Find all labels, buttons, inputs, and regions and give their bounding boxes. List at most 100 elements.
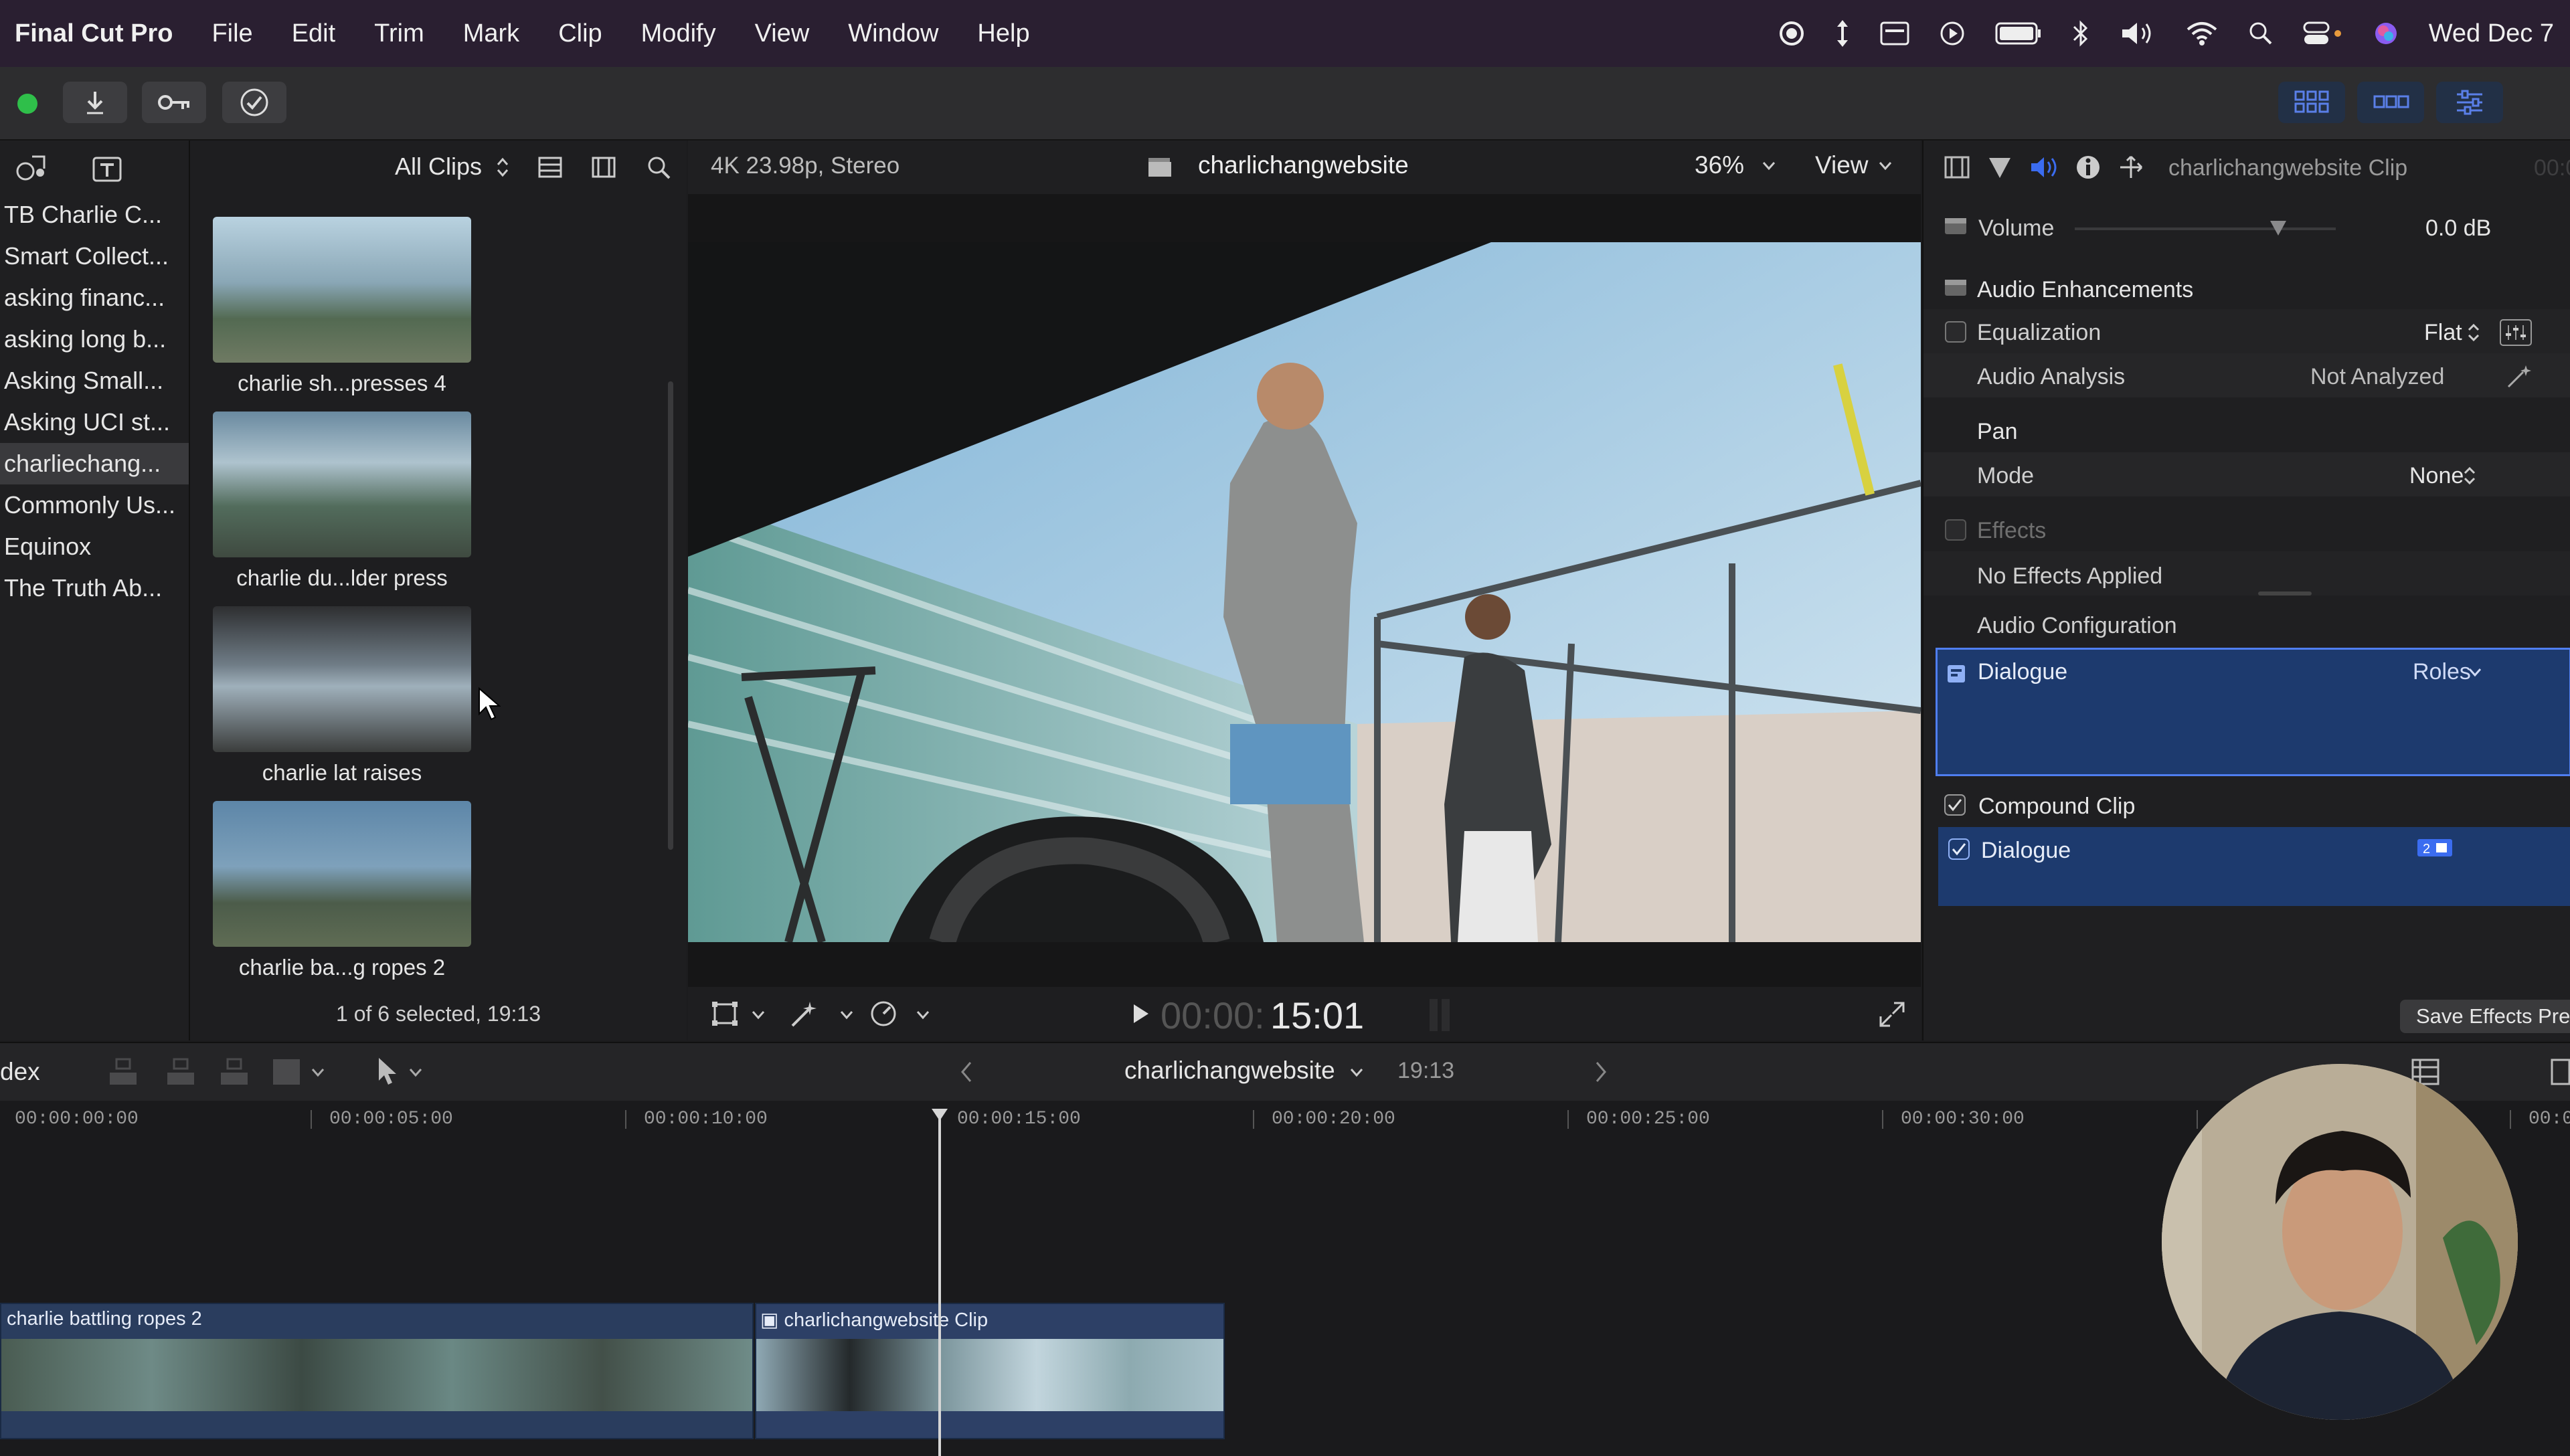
import-button[interactable] bbox=[63, 82, 127, 123]
effects-checkbox[interactable] bbox=[1945, 519, 1966, 541]
inspector-toggle-button[interactable] bbox=[2436, 82, 2503, 123]
timeline-clip[interactable]: charlie battling ropes 2 bbox=[0, 1303, 754, 1439]
video-inspector-icon[interactable] bbox=[1944, 155, 1970, 179]
clip-thumbnail[interactable]: charlie ba...g ropes 2 bbox=[213, 801, 471, 980]
dialogue-role-block[interactable]: Dialogue Roles bbox=[1936, 648, 2570, 776]
play-icon[interactable] bbox=[1131, 1002, 1151, 1026]
chevron-down-icon[interactable] bbox=[916, 1010, 930, 1020]
chevron-down-icon[interactable] bbox=[311, 1067, 325, 1078]
menu-view[interactable]: View bbox=[755, 19, 810, 48]
back-chevron-icon[interactable] bbox=[960, 1061, 973, 1083]
background-tasks-indicator[interactable] bbox=[17, 94, 37, 114]
bluetooth-icon[interactable] bbox=[2071, 19, 2090, 48]
append-clip-icon[interactable] bbox=[218, 1057, 252, 1087]
menu-file[interactable]: File bbox=[211, 19, 252, 48]
app-menu[interactable]: Final Cut Pro bbox=[15, 19, 173, 48]
library-item[interactable]: Equinox bbox=[0, 526, 189, 567]
library-item[interactable]: Asking UCI st... bbox=[0, 401, 189, 443]
menubar-datetime[interactable]: Wed Dec 7 bbox=[2429, 19, 2554, 48]
select-tool-icon[interactable] bbox=[376, 1055, 399, 1086]
color-filter-icon[interactable] bbox=[1988, 157, 2012, 179]
library-item[interactable]: asking financ... bbox=[0, 277, 189, 318]
play-circle-icon[interactable] bbox=[1939, 20, 1966, 47]
resize-handle[interactable] bbox=[2258, 592, 2312, 596]
record-icon[interactable] bbox=[1778, 20, 1805, 47]
chevron-down-icon[interactable] bbox=[751, 1010, 766, 1020]
battery-icon[interactable] bbox=[1995, 22, 2042, 45]
wifi-icon[interactable] bbox=[2185, 20, 2219, 47]
browser-scrollbar[interactable] bbox=[668, 381, 673, 850]
volume-value[interactable]: 0.0 dB bbox=[2425, 215, 2491, 242]
browser-toggle-button[interactable] bbox=[2278, 82, 2345, 123]
library-item[interactable]: asking long b... bbox=[0, 318, 189, 360]
resize-arrows-icon[interactable] bbox=[1834, 19, 1851, 48]
timeline-compound-clip[interactable]: ▣ charlichangwebsite Clip bbox=[755, 1303, 1225, 1439]
library-item[interactable]: Asking Small... bbox=[0, 360, 189, 401]
magic-wand-icon[interactable] bbox=[2503, 363, 2534, 389]
menu-clip[interactable]: Clip bbox=[558, 19, 602, 48]
equalizer-icon[interactable] bbox=[2499, 318, 2533, 347]
volume-slider-track[interactable] bbox=[2075, 221, 2336, 236]
library-item[interactable]: Smart Collect... bbox=[0, 236, 189, 277]
save-effects-preset-button[interactable]: Save Effects Pre bbox=[2400, 1000, 2570, 1033]
effects-browser-icon[interactable] bbox=[2550, 1058, 2570, 1086]
volume-icon[interactable] bbox=[2120, 20, 2156, 47]
chevron-down-icon[interactable] bbox=[408, 1067, 423, 1078]
forward-chevron-icon[interactable] bbox=[1594, 1061, 1608, 1083]
fullscreen-icon[interactable] bbox=[1878, 1000, 1906, 1028]
library-item-selected[interactable]: charliechang... bbox=[0, 443, 189, 484]
library-item[interactable]: The Truth Ab... bbox=[0, 567, 189, 609]
playhead-handle[interactable] bbox=[932, 1109, 948, 1121]
playhead[interactable] bbox=[932, 1109, 948, 1456]
magic-wand-icon[interactable] bbox=[788, 999, 819, 1028]
view-dropdown[interactable]: View bbox=[1815, 151, 1869, 179]
chevron-down-icon[interactable] bbox=[1349, 1067, 1364, 1078]
compound-clip-checkbox[interactable] bbox=[1944, 794, 1966, 816]
dialogue-sub-role[interactable]: Dialogue 2 bbox=[1938, 827, 2570, 906]
equalization-dropdown[interactable]: Flat bbox=[2424, 320, 2462, 346]
insert-clip-icon[interactable] bbox=[165, 1057, 198, 1087]
siri-icon[interactable] bbox=[2373, 20, 2399, 47]
clip-thumbnail[interactable]: charlie lat raises bbox=[213, 606, 471, 786]
collapse-icon[interactable] bbox=[1944, 278, 1968, 297]
filmstrip-icon[interactable] bbox=[590, 155, 617, 179]
library-item[interactable]: TB Charlie C... bbox=[0, 194, 189, 236]
clip-filter-dropdown[interactable]: All Clips bbox=[395, 153, 482, 181]
pan-mode-dropdown[interactable]: None bbox=[2409, 463, 2464, 489]
timeline-ruler[interactable]: 00:00:00:00 00:00:05:00 00:00:10:00 00:0… bbox=[0, 1101, 2570, 1138]
photos-audio-icon[interactable] bbox=[13, 153, 50, 183]
info-icon[interactable] bbox=[2075, 154, 2102, 181]
calendar-icon[interactable] bbox=[1880, 21, 1909, 46]
video-frame[interactable] bbox=[688, 242, 1921, 942]
roles-dropdown[interactable]: Roles bbox=[2413, 659, 2471, 685]
equalization-checkbox[interactable] bbox=[1945, 321, 1966, 343]
share-icon[interactable] bbox=[2118, 154, 2146, 181]
zoom-dropdown[interactable]: 36% bbox=[1695, 151, 1744, 179]
menu-modify[interactable]: Modify bbox=[641, 19, 716, 48]
background-render-button[interactable] bbox=[222, 82, 286, 123]
menu-trim[interactable]: Trim bbox=[374, 19, 424, 48]
timecode-display[interactable]: 15:01 bbox=[1270, 994, 1364, 1037]
menu-mark[interactable]: Mark bbox=[463, 19, 519, 48]
transform-icon[interactable] bbox=[711, 1000, 740, 1027]
menu-window[interactable]: Window bbox=[848, 19, 938, 48]
clip-thumbnail[interactable]: charlie du...lder press bbox=[213, 412, 471, 591]
timeline-project-name[interactable]: charlichangwebsite bbox=[1124, 1057, 1335, 1085]
retime-speedometer-icon[interactable] bbox=[869, 999, 900, 1028]
overwrite-clip-icon[interactable] bbox=[270, 1057, 304, 1087]
search-icon[interactable] bbox=[2248, 21, 2274, 46]
timeline-toggle-button[interactable] bbox=[2357, 82, 2424, 123]
control-center-icon[interactable] bbox=[2303, 20, 2343, 47]
clip-thumbnail[interactable]: charlie sh...presses 4 bbox=[213, 217, 471, 396]
titles-generators-icon[interactable] bbox=[90, 153, 126, 183]
list-view-icon[interactable] bbox=[537, 155, 564, 179]
timeline-index-button[interactable]: dex bbox=[0, 1058, 40, 1086]
dialogue-checkbox[interactable] bbox=[1948, 838, 1970, 860]
collapse-icon[interactable] bbox=[1944, 217, 1968, 236]
keywords-button[interactable] bbox=[142, 82, 206, 123]
library-item[interactable]: Commonly Us... bbox=[0, 484, 189, 526]
menu-help[interactable]: Help bbox=[977, 19, 1029, 48]
menu-edit[interactable]: Edit bbox=[292, 19, 335, 48]
connect-clip-icon[interactable] bbox=[107, 1057, 141, 1087]
volume-slider-knob[interactable] bbox=[2270, 221, 2287, 236]
